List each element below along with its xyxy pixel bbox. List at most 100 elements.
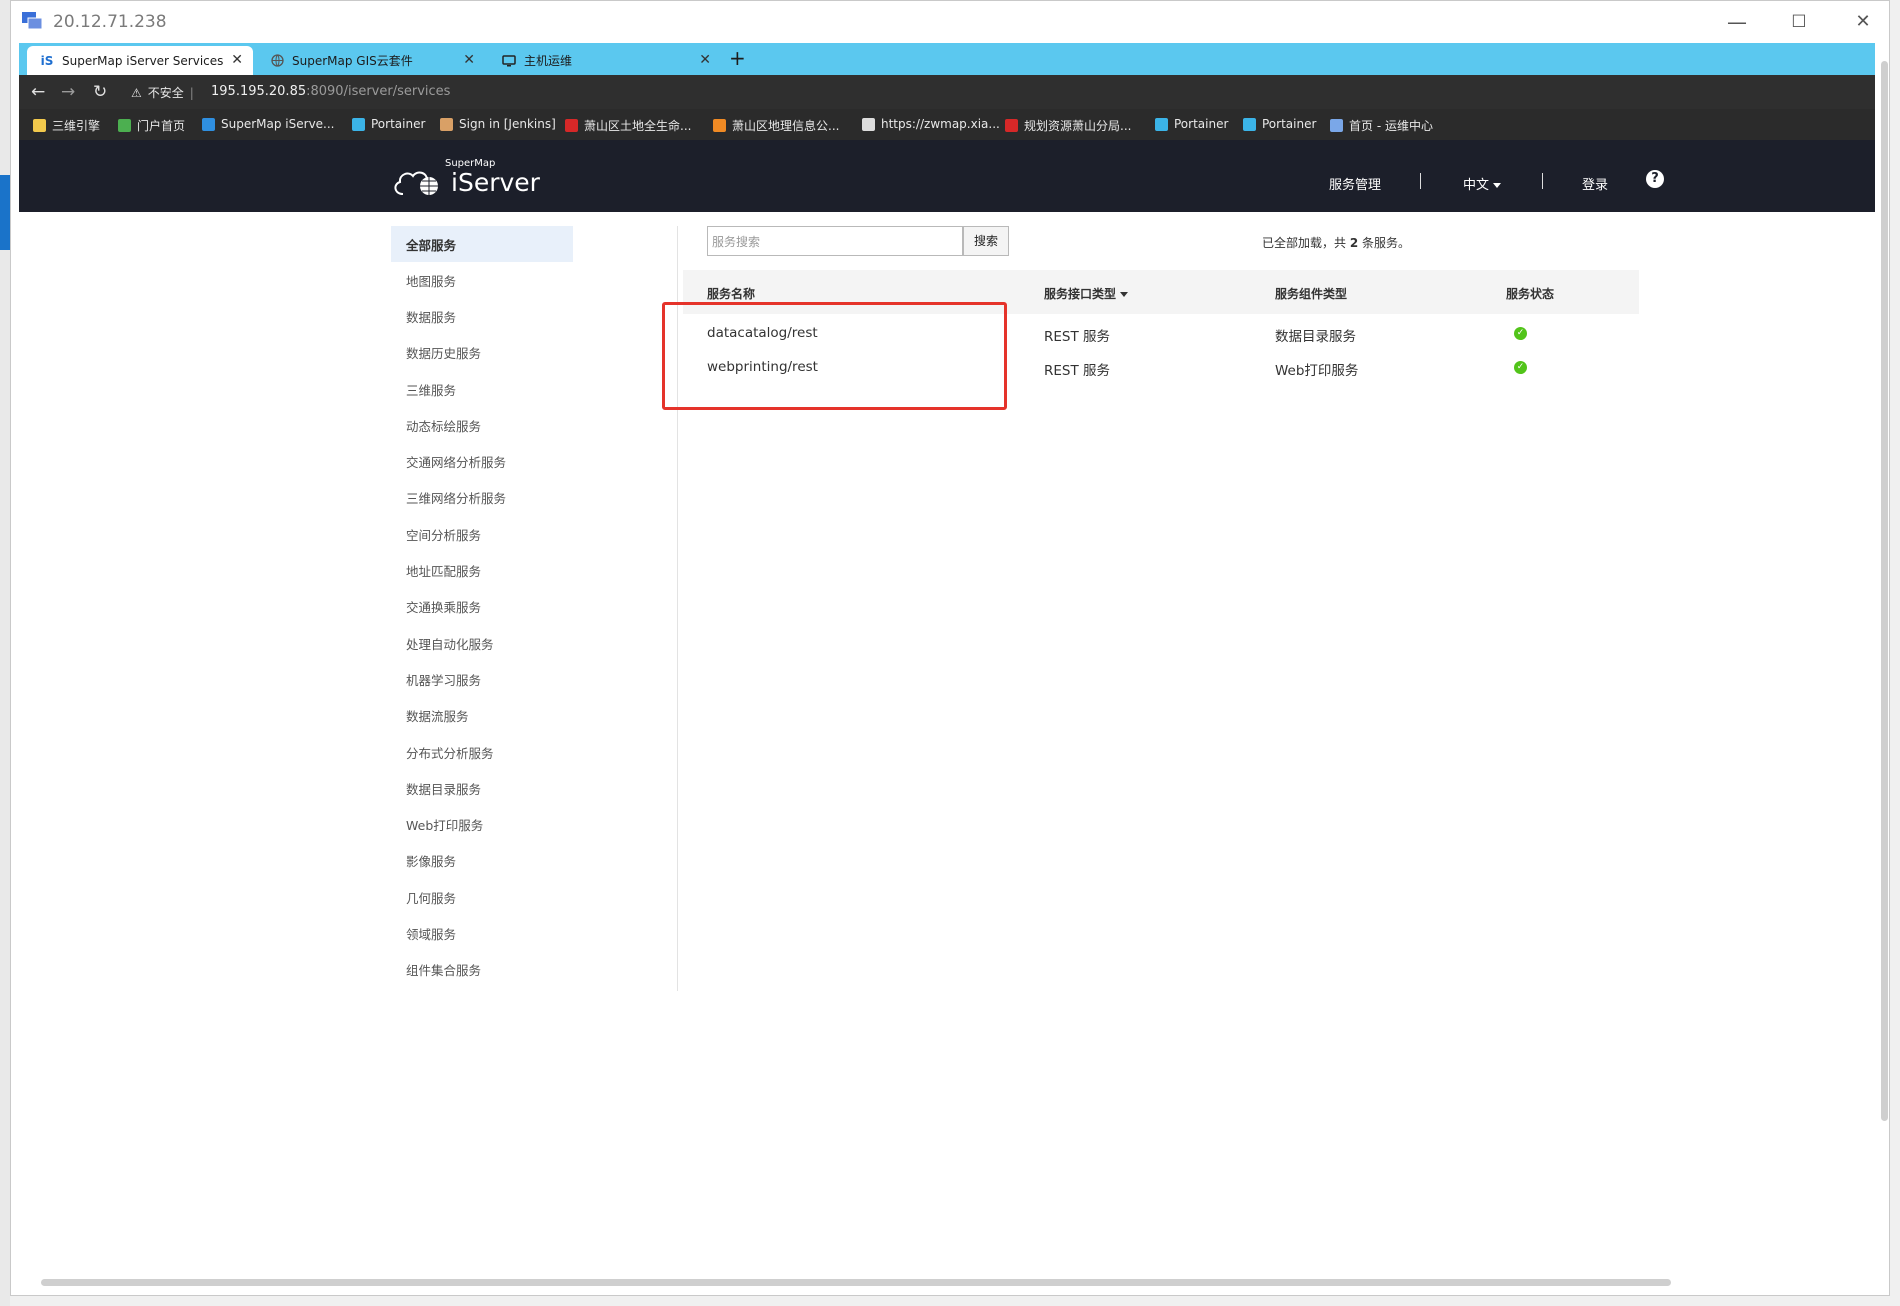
bookmark-item[interactable]: Portainer: [1243, 117, 1316, 131]
bookmark-icon: [1243, 117, 1256, 131]
bookmark-label: 门户首页: [137, 119, 186, 133]
close-window-button[interactable]: ✕: [1843, 9, 1883, 35]
sidebar-item[interactable]: 分布式分析服务: [391, 734, 573, 770]
sidebar-item[interactable]: 三维网络分析服务: [391, 480, 573, 516]
security-indicator[interactable]: ⚠ 不安全 |: [131, 84, 194, 101]
sidebar-item[interactable]: 全部服务: [391, 226, 573, 262]
sidebar-item[interactable]: 处理自动化服务: [391, 625, 573, 661]
nav-language-dropdown[interactable]: 中文: [1463, 174, 1502, 193]
window-title: 20.12.71.238: [53, 12, 167, 32]
column-header-name: 服务名称: [707, 287, 756, 301]
sidebar-item[interactable]: 数据服务: [391, 298, 573, 334]
bookmark-label: Portainer: [1262, 117, 1317, 131]
insecure-label: 不安全: [147, 86, 184, 100]
horizontal-scrollbar[interactable]: [41, 1279, 1671, 1286]
sidebar-item[interactable]: 动态标绘服务: [391, 407, 573, 443]
new-tab-button[interactable]: +: [729, 46, 746, 70]
vertical-scrollbar[interactable]: [1881, 61, 1888, 1121]
help-icon[interactable]: ?: [1646, 170, 1664, 188]
remote-desktop-icon: [22, 12, 43, 30]
column-header-interface[interactable]: 服务接口类型: [1044, 285, 1129, 302]
bookmark-item[interactable]: Portainer: [352, 117, 425, 131]
sidebar-item[interactable]: 地址匹配服务: [391, 552, 573, 588]
service-count: 2: [1349, 236, 1359, 250]
tab-close-icon[interactable]: ✕: [463, 52, 475, 68]
bookmark-item[interactable]: 首页 - 运维中心: [1330, 117, 1433, 134]
status-ok-icon: ✓: [1514, 361, 1527, 374]
search-button[interactable]: 搜索: [963, 226, 1009, 256]
sidebar-item[interactable]: 三维服务: [391, 371, 573, 407]
sort-caret-icon: [1120, 292, 1129, 297]
tab-close-icon[interactable]: ✕: [231, 52, 243, 68]
page-viewport: SuperMap iServer 服务管理 中文 登录 ? 全部服务 地图服务 数据…: [19, 140, 1875, 1271]
bookmark-icon: [33, 119, 46, 132]
reload-button[interactable]: ↻: [93, 82, 107, 102]
tab-label: SuperMap GIS云套件: [292, 54, 413, 68]
sidebar-item[interactable]: 交通网络分析服务: [391, 443, 573, 479]
load-status-prefix: 已全部加载，共: [1262, 236, 1350, 250]
bookmark-icon: [1330, 119, 1343, 132]
logo-product: iServer: [451, 168, 540, 197]
bookmark-label: https://zwmap.xia...: [881, 117, 1000, 131]
bookmark-item[interactable]: Portainer: [1155, 117, 1228, 131]
minimize-button[interactable]: —: [1717, 9, 1757, 35]
load-status-suffix: 条服务。: [1358, 236, 1411, 250]
sidebar-item[interactable]: 空间分析服务: [391, 516, 573, 552]
bookmark-item[interactable]: 萧山区地理信息公...: [713, 117, 839, 134]
sidebar-item[interactable]: Web打印服务: [391, 806, 573, 842]
bookmark-icon: [862, 117, 875, 131]
service-category-sidebar: 全部服务 地图服务 数据服务 数据历史服务 三维服务 动态标绘服务 交通网络分析服务 三维网络…: [391, 226, 573, 988]
bookmark-icon: [565, 119, 578, 132]
iserver-logo[interactable]: SuperMap iServer: [391, 158, 540, 200]
sidebar-item[interactable]: 地图服务: [391, 262, 573, 298]
forward-button[interactable]: →: [61, 82, 75, 102]
browser-tab-strip: iS SuperMap iServer Services ✕ SuperMap …: [19, 43, 1875, 75]
sidebar-item[interactable]: 数据流服务: [391, 698, 573, 734]
desktop-edge: [0, 0, 10, 1306]
chevron-down-icon: [1493, 183, 1502, 188]
service-interface: REST 服务: [1044, 363, 1111, 379]
tab-supermap-iserver[interactable]: iS SuperMap iServer Services ✕: [27, 46, 253, 75]
window-titlebar: 20.12.71.238 — ☐ ✕: [11, 1, 1889, 43]
nav-service-management[interactable]: 服务管理: [1329, 174, 1381, 193]
back-button[interactable]: ←: [31, 82, 45, 102]
sidebar-item[interactable]: 组件集合服务: [391, 952, 573, 988]
url-host: 195.195.20.85: [211, 84, 307, 99]
nav-login[interactable]: 登录: [1582, 174, 1608, 193]
url-input[interactable]: 195.195.20.85:8090/iserver/services: [211, 84, 450, 99]
service-interface: REST 服务: [1044, 329, 1111, 345]
tab-close-icon[interactable]: ✕: [699, 52, 711, 68]
sidebar-item[interactable]: 数据历史服务: [391, 335, 573, 371]
service-search-input[interactable]: 服务搜索: [707, 226, 963, 256]
tab-supermap-gis[interactable]: SuperMap GIS云套件 ✕: [257, 46, 485, 75]
bookmark-item[interactable]: 规划资源萧山分局...: [1005, 117, 1131, 134]
bookmark-item[interactable]: 萧山区土地全生命...: [565, 117, 691, 134]
sidebar-item[interactable]: 几何服务: [391, 879, 573, 915]
language-label: 中文: [1463, 178, 1490, 193]
bookmark-icon: [440, 117, 453, 131]
bookmark-item[interactable]: 三维引擎: [33, 117, 100, 134]
load-status-text: 已全部加载，共 2 条服务。: [1262, 234, 1410, 251]
address-divider: |: [189, 85, 194, 100]
site-header: SuperMap iServer 服务管理 中文 登录 ?: [19, 140, 1875, 212]
bookmark-item[interactable]: Sign in [Jenkins]: [440, 117, 556, 131]
annotation-highlight-box: [662, 302, 1007, 410]
bookmark-label: Portainer: [371, 117, 426, 131]
bookmark-icon: [352, 117, 365, 131]
column-header-component: 服务组件类型: [1275, 287, 1348, 301]
bookmark-item[interactable]: SuperMap iServe...: [202, 117, 335, 131]
warning-icon: ⚠: [131, 85, 142, 100]
tab-label: 主机运维: [524, 54, 573, 68]
bookmark-item[interactable]: https://zwmap.xia...: [862, 117, 1000, 131]
sidebar-item[interactable]: 领域服务: [391, 915, 573, 951]
desktop-edge-accent: [0, 175, 10, 250]
sidebar-item[interactable]: 数据目录服务: [391, 770, 573, 806]
maximize-button[interactable]: ☐: [1779, 9, 1819, 35]
sidebar-item[interactable]: 影像服务: [391, 843, 573, 879]
sidebar-item[interactable]: 交通换乘服务: [391, 589, 573, 625]
sidebar-item[interactable]: 机器学习服务: [391, 661, 573, 697]
status-ok-icon: ✓: [1514, 327, 1527, 340]
bookmark-item[interactable]: 门户首页: [118, 117, 185, 134]
tab-host-ops[interactable]: 主机运维 ✕: [489, 46, 721, 75]
nav-separator: [1542, 173, 1543, 189]
